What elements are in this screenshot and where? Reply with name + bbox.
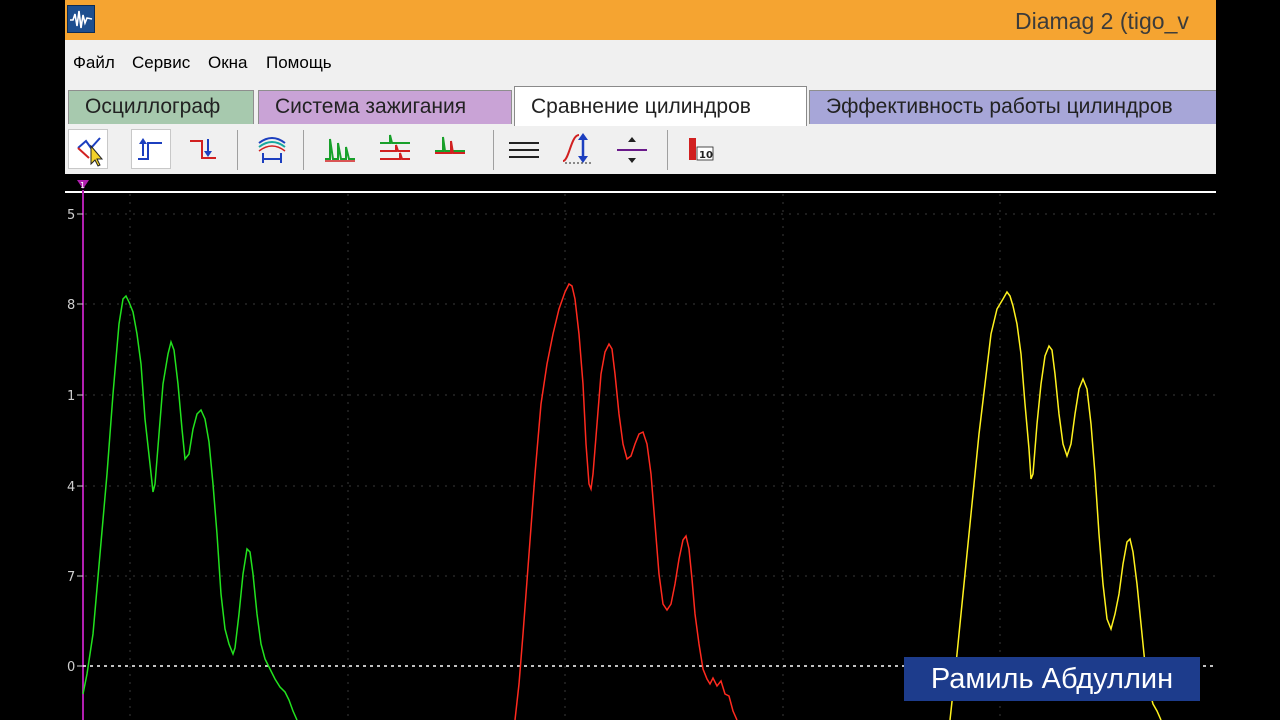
toolbar-separator	[667, 130, 668, 170]
lines-button[interactable]	[505, 129, 545, 169]
oscilloscope-plot[interactable]: 1 581470	[65, 174, 1216, 720]
center-line-icon	[617, 137, 647, 163]
y-tick-label: 0	[67, 660, 75, 675]
svg-text:10: 10	[699, 150, 713, 161]
toolbar-separator	[237, 130, 238, 170]
rising-edge-button[interactable]	[131, 129, 171, 169]
merge-traces-button[interactable]	[431, 129, 471, 169]
cylinder-overlay-icon	[258, 137, 286, 163]
falling-edge-button[interactable]	[184, 129, 224, 169]
waveform-app-icon	[67, 5, 95, 33]
tab-ignition-system[interactable]: Система зажигания	[258, 90, 512, 124]
bar-chart-10-button[interactable]: 10	[681, 129, 721, 169]
y-tick-label: 7	[67, 570, 75, 585]
vertical-scale-button[interactable]	[559, 129, 599, 169]
cylinder-2-trace	[514, 282, 738, 720]
cylinder-1-trace	[82, 294, 298, 720]
tab-oscilloscope[interactable]: Осциллограф	[68, 90, 254, 124]
y-tick-label: 5	[67, 208, 75, 223]
toolbar: 10	[65, 126, 1216, 174]
merge-traces-icon	[435, 136, 465, 154]
green-pulses-button[interactable]	[321, 129, 361, 169]
menu-file[interactable]: Файл	[73, 53, 115, 73]
tab-bar: Осциллограф Система зажигания Сравнение …	[65, 86, 1216, 127]
app-window: Diamag 2 (tigo_v Файл Сервис Окна Помощь…	[65, 0, 1216, 720]
presenter-name-watermark: Рамиль Абдуллин	[904, 657, 1200, 701]
center-line-button[interactable]	[613, 129, 653, 169]
cursor-marker-label: 1	[80, 181, 85, 190]
title-bar: Diamag 2 (tigo_v	[65, 0, 1216, 40]
y-tick-label: 4	[67, 480, 75, 495]
waveform-canvas[interactable]: 1 581470	[65, 174, 1216, 720]
scope-grid	[85, 194, 1216, 720]
cursor-pick-button[interactable]	[68, 129, 108, 169]
toolbar-separator	[493, 130, 494, 170]
y-tick-label: 8	[67, 298, 75, 313]
cursor-pick-icon	[77, 137, 104, 167]
y-tick-label: 1	[67, 389, 75, 404]
tab-cylinder-comparison[interactable]: Сравнение цилиндров	[514, 86, 807, 126]
y-axis-labels: 581470	[67, 208, 83, 675]
bar-chart-10-icon: 10	[689, 138, 714, 161]
menu-bar: Файл Сервис Окна Помощь	[65, 40, 1216, 86]
cylinder-overlay-button[interactable]	[253, 129, 293, 169]
green-pulses-icon	[325, 138, 355, 162]
lines-icon	[509, 142, 539, 158]
falling-edge-icon	[190, 139, 216, 159]
menu-service[interactable]: Сервис	[132, 53, 190, 73]
toolbar-separator	[303, 130, 304, 170]
menu-help[interactable]: Помощь	[266, 53, 332, 73]
tab-cylinder-efficiency[interactable]: Эффективность работы цилиндров	[809, 90, 1216, 124]
window-title: Diamag 2 (tigo_v	[1015, 8, 1189, 34]
cylinder-3-trace	[949, 290, 1162, 720]
vertical-scale-icon	[562, 133, 593, 164]
menu-windows[interactable]: Окна	[208, 53, 248, 73]
split-traces-icon	[380, 134, 410, 160]
rising-edge-icon	[138, 138, 162, 160]
split-traces-button[interactable]	[376, 129, 416, 169]
